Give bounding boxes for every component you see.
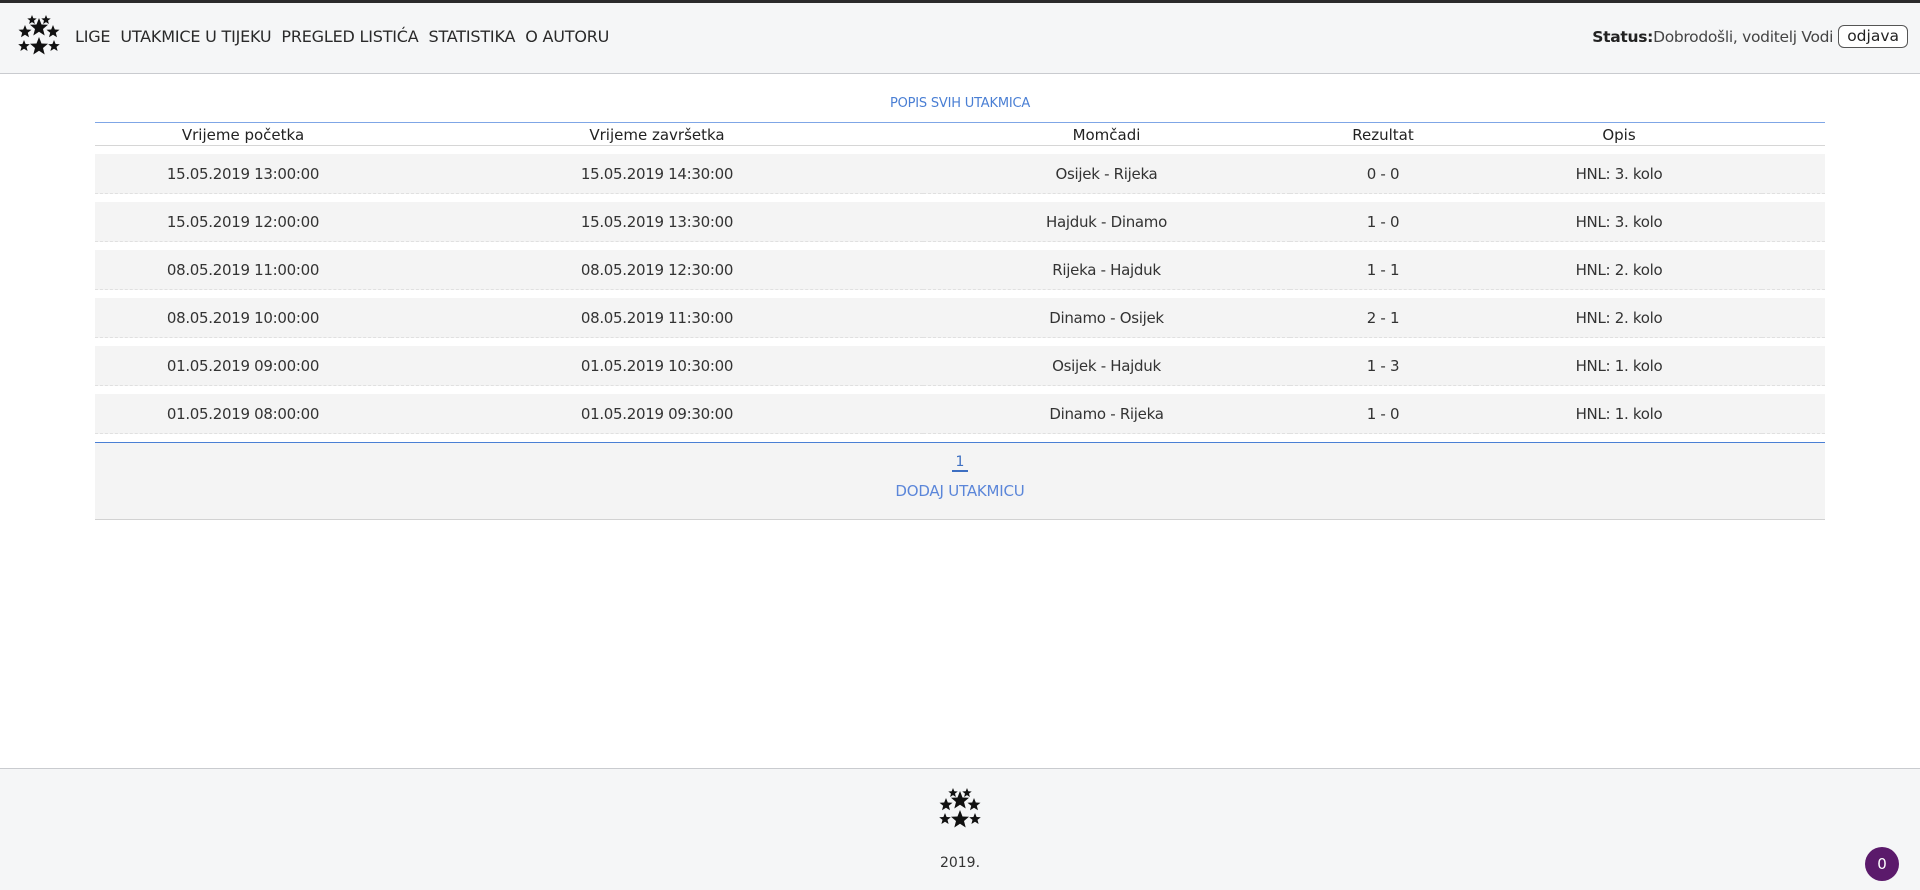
cell-spacer — [1762, 394, 1825, 434]
cell-result: 1 - 1 — [1290, 250, 1476, 290]
nav-lige[interactable]: LIGE — [75, 27, 111, 46]
table-row[interactable]: 01.05.2019 09:00:00 01.05.2019 10:30:00 … — [95, 346, 1825, 386]
footer-year: 2019. — [939, 855, 981, 871]
cell-end-time: 15.05.2019 14:30:00 — [391, 154, 923, 194]
table-row[interactable]: 08.05.2019 11:00:00 08.05.2019 12:30:00 … — [95, 250, 1825, 290]
notification-badge[interactable]: 0 — [1865, 847, 1899, 881]
cell-description: HNL: 1. kolo — [1476, 394, 1762, 434]
cell-spacer — [1762, 154, 1825, 194]
cell-teams: Osijek - Hajduk — [923, 346, 1290, 386]
cell-result: 0 - 0 — [1290, 154, 1476, 194]
cell-end-time: 08.05.2019 11:30:00 — [391, 298, 923, 338]
cell-teams: Dinamo - Rijeka — [923, 394, 1290, 434]
nav-utakmice-u-tijeku[interactable]: UTAKMICE U TIJEKU — [120, 27, 271, 46]
cell-teams: Hajduk - Dinamo — [923, 202, 1290, 242]
cell-result: 1 - 0 — [1290, 394, 1476, 434]
cell-end-time: 15.05.2019 13:30:00 — [391, 202, 923, 242]
table-row[interactable]: 15.05.2019 13:00:00 15.05.2019 14:30:00 … — [95, 154, 1825, 194]
cell-description: HNL: 2. kolo — [1476, 250, 1762, 290]
column-header-description: Opis — [1476, 125, 1762, 146]
cell-end-time: 01.05.2019 10:30:00 — [391, 346, 923, 386]
cell-description: HNL: 3. kolo — [1476, 202, 1762, 242]
cell-start-time: 08.05.2019 11:00:00 — [95, 250, 391, 290]
cell-teams: Rijeka - Hajduk — [923, 250, 1290, 290]
column-header-teams: Momčadi — [923, 125, 1290, 146]
column-header-start-time: Vrijeme početka — [95, 125, 391, 146]
status-text: Dobrodošli, voditelj Vodi — [1653, 27, 1834, 46]
table-row[interactable]: 01.05.2019 08:00:00 01.05.2019 09:30:00 … — [95, 394, 1825, 434]
table-row[interactable]: 15.05.2019 12:00:00 15.05.2019 13:30:00 … — [95, 202, 1825, 242]
cell-start-time: 08.05.2019 10:00:00 — [95, 298, 391, 338]
matches-table: Vrijeme početka Vrijeme završetka Momčad… — [95, 117, 1825, 442]
cell-result: 1 - 0 — [1290, 202, 1476, 242]
cell-spacer — [1762, 250, 1825, 290]
cell-start-time: 15.05.2019 13:00:00 — [95, 154, 391, 194]
footer: 2019. 0 — [0, 768, 1920, 890]
nav-o-autoru[interactable]: O AUTORU — [525, 27, 609, 46]
cell-end-time: 08.05.2019 12:30:00 — [391, 250, 923, 290]
cell-start-time: 01.05.2019 08:00:00 — [95, 394, 391, 434]
page-title: POPIS SVIH UTAKMICA — [889, 96, 1031, 111]
cell-start-time: 15.05.2019 12:00:00 — [95, 202, 391, 242]
cell-spacer — [1762, 202, 1825, 242]
logout-button[interactable]: odjava — [1838, 25, 1908, 48]
user-status: Status: Dobrodošli, voditelj Vodi odjava — [1592, 25, 1908, 48]
cell-start-time: 01.05.2019 09:00:00 — [95, 346, 391, 386]
main-nav: LIGE UTAKMICE U TIJEKU PREGLED LISTIĆA S… — [75, 27, 619, 46]
page-link-1[interactable]: 1 — [951, 454, 969, 472]
column-header-spacer — [1762, 125, 1825, 146]
add-match-button[interactable]: DODAJ UTAKMICU — [860, 482, 1060, 500]
matches-table-container: Vrijeme početka Vrijeme završetka Momčad… — [95, 122, 1825, 442]
cell-teams: Dinamo - Osijek — [923, 298, 1290, 338]
nav-pregled-listica[interactable]: PREGLED LISTIĆA — [281, 27, 418, 46]
nav-statistika[interactable]: STATISTIKA — [429, 27, 516, 46]
cell-teams: Osijek - Rijeka — [923, 154, 1290, 194]
table-header-row: Vrijeme početka Vrijeme završetka Momčad… — [95, 125, 1825, 146]
pagination-footer: 1 DODAJ UTAKMICU — [95, 442, 1825, 520]
soccer-stars-logo-icon — [935, 785, 985, 835]
navbar: LIGE UTAKMICE U TIJEKU PREGLED LISTIĆA S… — [0, 3, 1920, 74]
cell-description: HNL: 1. kolo — [1476, 346, 1762, 386]
cell-description: HNL: 2. kolo — [1476, 298, 1762, 338]
column-header-end-time: Vrijeme završetka — [391, 125, 923, 146]
soccer-stars-logo-icon[interactable] — [14, 12, 64, 62]
cell-result: 1 - 3 — [1290, 346, 1476, 386]
cell-spacer — [1762, 346, 1825, 386]
cell-description: HNL: 3. kolo — [1476, 154, 1762, 194]
status-label: Status: — [1592, 27, 1654, 46]
cell-spacer — [1762, 298, 1825, 338]
table-row[interactable]: 08.05.2019 10:00:00 08.05.2019 11:30:00 … — [95, 298, 1825, 338]
cell-end-time: 01.05.2019 09:30:00 — [391, 394, 923, 434]
column-header-result: Rezultat — [1290, 125, 1476, 146]
cell-result: 2 - 1 — [1290, 298, 1476, 338]
